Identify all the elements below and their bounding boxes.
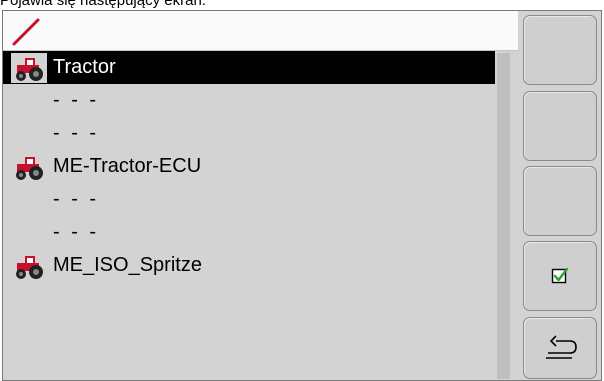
return-button[interactable] [523, 317, 597, 379]
tractor-icon [11, 53, 47, 83]
confirm-button[interactable] [523, 241, 597, 311]
list-item-label: - - - [53, 122, 100, 144]
softkey-3[interactable] [523, 166, 597, 236]
list-item[interactable]: - - - [3, 183, 495, 216]
return-icon [546, 335, 577, 359]
list-scrollbar[interactable] [497, 53, 510, 379]
list-item-label: Tractor [53, 56, 116, 78]
list-item-label: ME-Tractor-ECU [53, 155, 202, 177]
device-list: Tractor - - - - - - ME-Tractor-ECU - - -… [3, 51, 513, 381]
list-item-label: - - - [53, 89, 100, 111]
softkey-1[interactable] [523, 15, 597, 85]
checkbox-checked-icon [551, 267, 569, 284]
list-item-me-tractor-ecu[interactable]: ME-Tractor-ECU [3, 150, 495, 183]
list-item[interactable]: - - - [3, 216, 495, 249]
list-item-label: - - - [53, 188, 100, 210]
list-item-label: - - - [53, 221, 100, 243]
pencil-icon[interactable] [11, 17, 41, 47]
list-item-label: ME_ISO_Spritze [53, 254, 202, 276]
list-item[interactable]: - - - [3, 84, 495, 117]
list-item-tractor[interactable]: Tractor [3, 51, 495, 84]
tractor-icon [16, 256, 43, 279]
list-item-me-iso-spritze[interactable]: ME_ISO_Spritze [3, 249, 495, 282]
title-bar [3, 11, 518, 51]
caption-text: Pojawia się następujący ekran: [0, 0, 604, 8]
terminal-screen: Tractor - - - - - - ME-Tractor-ECU - - -… [2, 10, 602, 381]
list-item[interactable]: - - - [3, 117, 495, 150]
softkey-bar [518, 11, 601, 380]
softkey-2[interactable] [523, 91, 597, 161]
tractor-icon [16, 157, 43, 180]
